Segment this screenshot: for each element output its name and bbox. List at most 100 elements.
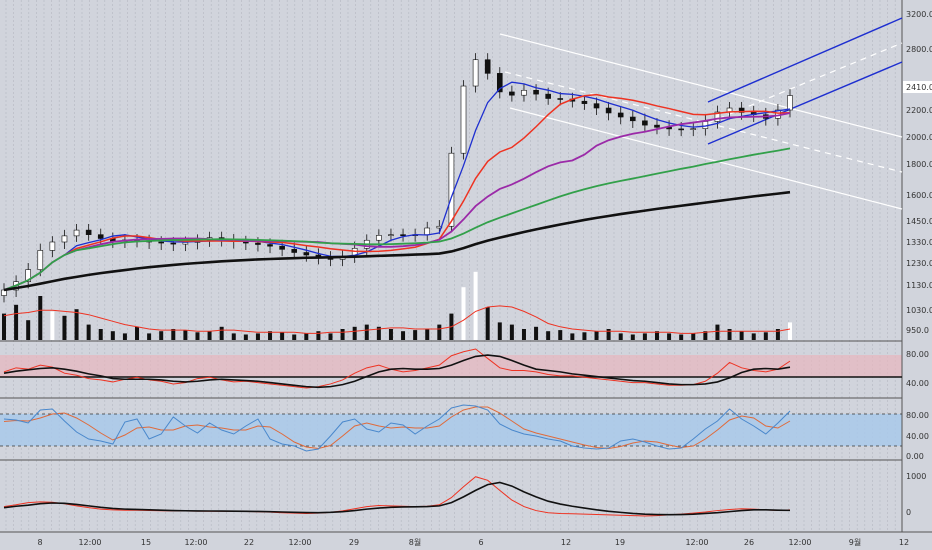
- volume-bar: [352, 326, 357, 340]
- volume-bar: [159, 331, 164, 340]
- price-tick-label: 1230.0: [906, 259, 932, 268]
- candle-body: [170, 242, 177, 245]
- price-tick-label: 2200.0: [906, 106, 932, 115]
- macd-line: [3, 476, 791, 517]
- volume-bar: [582, 332, 587, 340]
- volume-bar: [2, 313, 6, 340]
- candle-body: [388, 234, 394, 236]
- candle-body: [484, 59, 491, 74]
- candle-body: [642, 120, 648, 126]
- volume-bar: [570, 333, 575, 340]
- volume-bar: [74, 309, 79, 340]
- candle-body: [291, 249, 298, 253]
- candle-body: [376, 235, 382, 241]
- vertical-grid: [5, 0, 896, 532]
- candle-body: [255, 242, 261, 245]
- channel-up-upper: [707, 17, 903, 103]
- time-tick-label: 19: [615, 538, 625, 547]
- rsi-tick-label: 80.00: [906, 350, 929, 359]
- time-tick-label: 12:00: [78, 538, 101, 547]
- candle-body: [690, 128, 697, 130]
- candle-body: [593, 103, 600, 109]
- volume-bar: [243, 334, 248, 340]
- candle-body: [654, 124, 660, 128]
- volume-bar: [207, 331, 212, 340]
- candle-body: [61, 235, 68, 243]
- candle-body: [533, 89, 539, 95]
- candle-body: [545, 93, 551, 99]
- volume-bar: [473, 271, 478, 340]
- volume-bar: [316, 331, 321, 340]
- time-tick-label: 12:00: [288, 538, 311, 547]
- volume-bar: [667, 333, 672, 340]
- time-tick-label: 8: [37, 538, 42, 547]
- price-tick-label: 2000.0: [906, 133, 932, 142]
- volume-bar: [122, 333, 127, 340]
- volume-bar: [534, 326, 539, 340]
- volume-bar: [219, 326, 224, 340]
- candle-body: [678, 128, 684, 131]
- volume-bar: [38, 296, 43, 340]
- volume-bar: [763, 332, 768, 340]
- candle-body: [97, 234, 104, 239]
- volume-bar: [62, 315, 67, 340]
- volume-bar: [231, 333, 236, 340]
- time-tick-label: 22: [244, 538, 254, 547]
- candle-body: [267, 244, 273, 247]
- price-tick-label: 1130.0: [906, 281, 932, 290]
- macd-panel: [3, 476, 791, 517]
- candle-body: [279, 245, 285, 250]
- volume-bar: [183, 330, 188, 340]
- volume-bar: [14, 304, 19, 340]
- candle-body: [460, 85, 467, 154]
- volume-bar: [98, 329, 103, 340]
- volume-bar: [425, 329, 430, 340]
- volume-bar: [304, 333, 309, 340]
- volume-bar: [340, 329, 345, 340]
- volume-bar: [171, 329, 176, 340]
- time-tick-label: 12:00: [184, 538, 207, 547]
- price-tick-label: 2800.0: [906, 45, 932, 54]
- ma-line-3: [3, 112, 791, 291]
- time-tick-label: 9월: [849, 537, 861, 547]
- price-tick-label: 3200.0: [906, 10, 932, 19]
- candle-body: [617, 112, 624, 118]
- macd-tick-label: 1000: [906, 472, 926, 481]
- volume-bar: [388, 329, 393, 340]
- candle-body: [73, 229, 80, 237]
- volume-bar: [618, 333, 623, 340]
- volume-bar: [413, 330, 418, 340]
- macd-tick-label: 0: [906, 508, 911, 517]
- volume-bar: [86, 324, 91, 340]
- price-tick-label: 1800.0: [906, 160, 932, 169]
- candle-body: [49, 241, 56, 251]
- channel-up-lower: [707, 61, 903, 145]
- volume-bar: [292, 334, 297, 340]
- volume-bar: [280, 332, 285, 340]
- stoch-tick-label: 40.00: [906, 432, 929, 441]
- time-tick-label: 12:00: [685, 538, 708, 547]
- volume-bars: [2, 271, 792, 340]
- volume-bar: [135, 326, 140, 340]
- candle-body: [787, 95, 793, 111]
- time-tick-label: 26: [744, 538, 754, 547]
- candle-body: [400, 234, 406, 236]
- candle-body: [37, 250, 44, 270]
- stoch-tick-label: 0.00: [906, 452, 924, 461]
- stock-chart: 3200.0 2800.0 2410.0 2200.0 2000.0 1800.0 1600…: [0, 0, 932, 547]
- candle-body: [424, 227, 431, 235]
- trend-channel-up: [707, 17, 903, 145]
- volume-bar: [50, 311, 55, 340]
- volume-bar: [691, 333, 696, 340]
- volume-bar: [558, 330, 563, 340]
- price-tick-label: 1330.0: [906, 238, 932, 247]
- stoch-tick-label: 80.00: [906, 411, 929, 420]
- time-tick-label: 12:00: [788, 538, 811, 547]
- time-tick-label: 6: [478, 538, 483, 547]
- volume-bar: [110, 331, 115, 340]
- candle-body: [472, 59, 479, 87]
- volume-bar: [546, 331, 551, 340]
- volume-bar: [328, 333, 333, 340]
- volume-bar: [147, 333, 152, 340]
- candle-body: [158, 241, 164, 244]
